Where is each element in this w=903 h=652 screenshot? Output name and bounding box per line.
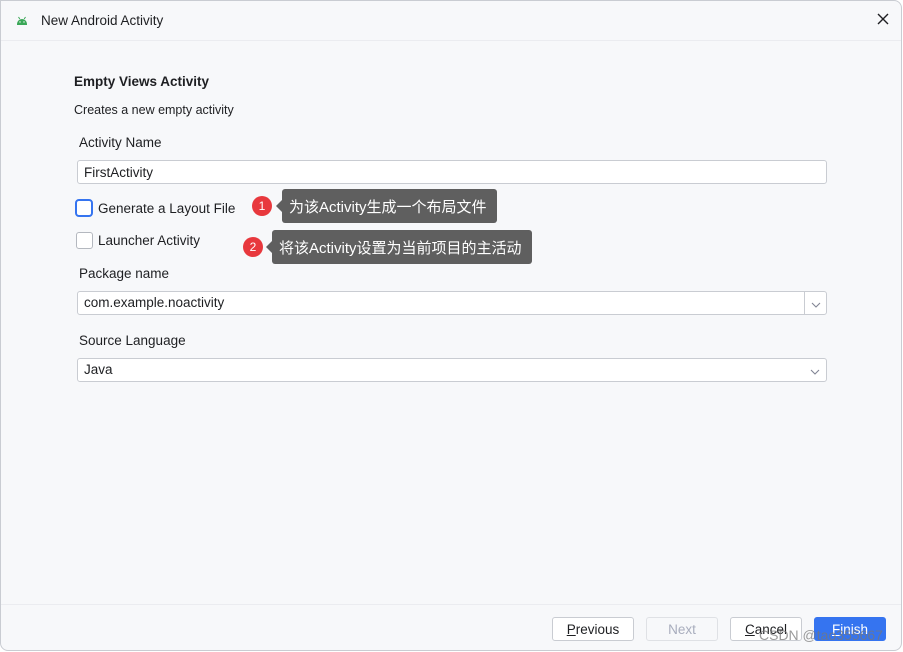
source-language-dropdown-button[interactable]: [804, 359, 826, 381]
annotation-callout-2: 将该Activity设置为当前项目的主活动: [266, 230, 532, 264]
previous-button[interactable]: Previous: [552, 617, 634, 641]
annotation-badge-1: 1: [252, 196, 272, 216]
package-name-dropdown-button[interactable]: [804, 292, 826, 314]
generate-layout-label: Generate a Layout File: [98, 200, 236, 216]
generate-layout-checkbox-row[interactable]: Generate a Layout File: [75, 199, 235, 217]
next-button[interactable]: Next: [646, 617, 718, 641]
next-label: Next: [668, 621, 696, 637]
close-icon: [877, 13, 889, 28]
finish-label: inish: [840, 621, 868, 637]
annotation-badge-2: 2: [243, 237, 263, 257]
previous-label: revious: [575, 621, 620, 637]
activity-name-label: Activity Name: [79, 135, 162, 150]
generate-layout-checkbox[interactable]: [75, 199, 93, 217]
chevron-down-icon: [810, 363, 820, 378]
close-button[interactable]: [873, 10, 893, 30]
finish-mnemonic: F: [831, 621, 841, 637]
dialog-footer: Previous Next Cancel Finish: [1, 604, 901, 652]
launcher-activity-checkbox-row[interactable]: Launcher Activity: [76, 232, 200, 249]
finish-button[interactable]: Finish: [814, 617, 886, 641]
template-description: Creates a new empty activity: [74, 103, 234, 117]
package-name-combobox[interactable]: com.example.noactivity: [77, 291, 827, 315]
new-android-activity-dialog: New Android Activity Empty Views Activit…: [0, 0, 902, 651]
cancel-mnemonic: C: [744, 621, 755, 637]
source-language-value: Java: [84, 362, 113, 377]
chevron-down-icon: [811, 296, 821, 311]
title-bar: New Android Activity: [1, 1, 901, 41]
window-title: New Android Activity: [41, 13, 164, 28]
previous-mnemonic: P: [566, 621, 576, 637]
package-name-label: Package name: [79, 266, 170, 281]
annotation-callout-1: 为该Activity生成一个布局文件: [276, 189, 497, 223]
package-name-value[interactable]: com.example.noactivity: [84, 295, 224, 310]
cancel-button[interactable]: Cancel: [730, 617, 802, 641]
android-icon: [15, 14, 29, 26]
source-language-label: Source Language: [79, 333, 186, 348]
cancel-label: ancel: [754, 621, 788, 637]
launcher-activity-label: Launcher Activity: [98, 233, 201, 248]
launcher-activity-checkbox[interactable]: [76, 232, 93, 249]
source-language-select[interactable]: Java: [77, 358, 827, 382]
template-heading: Empty Views Activity: [74, 74, 210, 89]
activity-name-input[interactable]: [77, 160, 827, 184]
